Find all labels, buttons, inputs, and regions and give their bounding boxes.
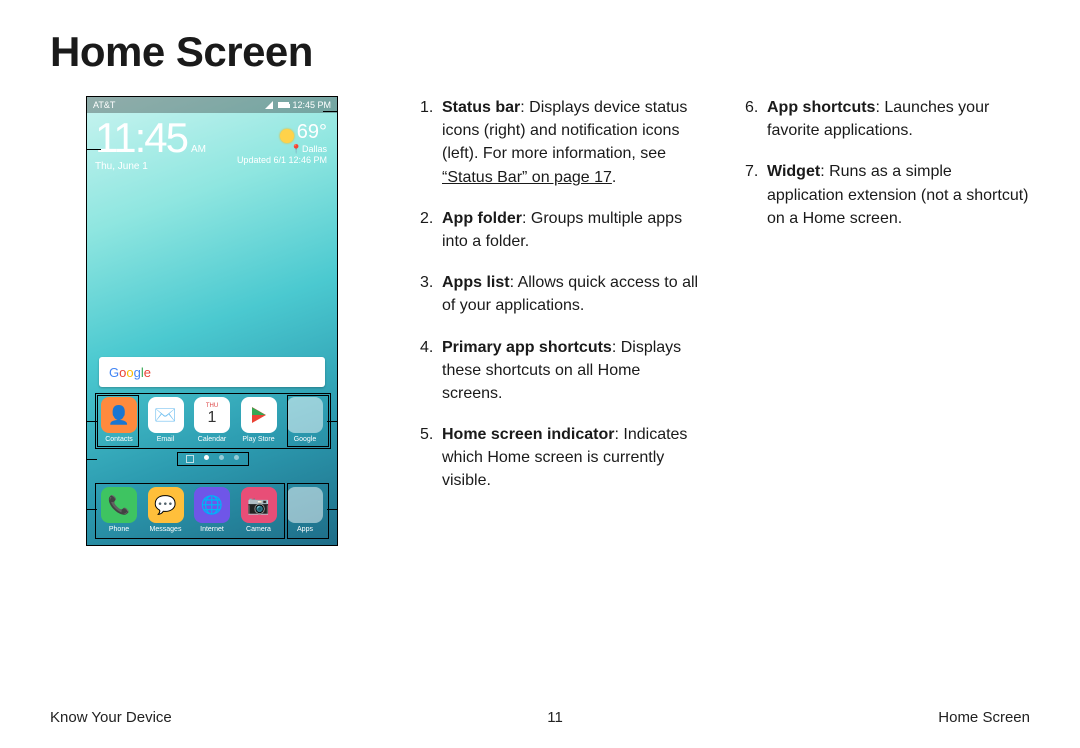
definition-term: Status bar <box>442 99 520 116</box>
weather-temp: 69° <box>297 121 327 143</box>
definition-term: Apps list <box>442 274 510 291</box>
definition-term: App folder <box>442 210 522 227</box>
weather-location: 📍Dallas <box>237 144 327 155</box>
definition-item: 7.Widget: Runs as a simple application e… <box>745 160 1030 230</box>
clock-time: 11:45 <box>95 117 187 159</box>
definition-item: 4.Primary app shortcuts: Displays these … <box>420 336 705 406</box>
definition-number: 5. <box>420 423 433 446</box>
footer-page-number: 11 <box>547 709 563 726</box>
signal-icon <box>265 101 275 109</box>
status-right-cluster: 12:45 PM <box>265 100 331 110</box>
annotated-phone-figure: AT&T 12:45 PM 11:45 AM Thu, June 1 69° <box>50 96 380 546</box>
sun-icon <box>280 129 294 143</box>
definition-term: App shortcuts <box>767 99 875 116</box>
carrier-label: AT&T <box>93 100 115 110</box>
google-logo: Google <box>109 365 151 380</box>
footer-section: Know Your Device <box>50 709 172 726</box>
clock-widget[interactable]: 11:45 AM Thu, June 1 <box>95 117 206 172</box>
definition-number: 4. <box>420 336 433 359</box>
definition-term: Primary app shortcuts <box>442 339 612 356</box>
definition-number: 1. <box>420 96 433 119</box>
definition-item: 3.Apps list: Allows quick access to all … <box>420 271 705 317</box>
statusbar-time: 12:45 PM <box>292 100 331 110</box>
mic-icon[interactable] <box>305 365 315 379</box>
clock-ampm: AM <box>191 144 206 155</box>
clock-date: Thu, June 1 <box>95 161 206 172</box>
definition-number: 6. <box>745 96 758 119</box>
page-title: Home Screen <box>50 28 1080 76</box>
callout-box-6 <box>97 395 139 447</box>
google-search-bar[interactable]: Google <box>99 357 325 387</box>
definition-number: 2. <box>420 207 433 230</box>
definition-item: 6.App shortcuts: Launches your favorite … <box>745 96 1030 142</box>
definition-item: 5.Home screen indicator: Indicates which… <box>420 423 705 493</box>
definition-item: 2.App folder: Groups multiple apps into … <box>420 207 705 253</box>
callout-box-3 <box>287 483 329 539</box>
definitions-column-2: 6.App shortcuts: Launches your favorite … <box>745 96 1030 546</box>
battery-icon <box>278 102 289 108</box>
callout-box-5 <box>177 452 249 466</box>
definitions-column-1: 1.Status bar: Displays device status ico… <box>420 96 705 546</box>
definition-number: 7. <box>745 160 758 183</box>
definition-columns: 1.Status bar: Displays device status ico… <box>420 96 1030 546</box>
callout-box-4 <box>95 483 285 539</box>
main-content: AT&T 12:45 PM 11:45 AM Thu, June 1 69° <box>50 96 1030 546</box>
weather-widget[interactable]: 69° 📍Dallas Updated 6/1 12:46 PM <box>237 121 327 165</box>
callout-box-2 <box>287 395 329 447</box>
definition-term: Widget <box>767 163 820 180</box>
definition-number: 3. <box>420 271 433 294</box>
footer-topic: Home Screen <box>938 709 1030 726</box>
phone-mock: AT&T 12:45 PM 11:45 AM Thu, June 1 69° <box>86 96 338 546</box>
definition-term: Home screen indicator <box>442 426 615 443</box>
definition-item: 1.Status bar: Displays device status ico… <box>420 96 705 189</box>
cross-reference-link[interactable]: “Status Bar” on page 17 <box>442 169 612 186</box>
status-bar: AT&T 12:45 PM <box>87 97 337 113</box>
page-footer: Know Your Device 11 Home Screen <box>50 709 1030 726</box>
weather-updated: Updated 6/1 12:46 PM <box>237 155 327 165</box>
